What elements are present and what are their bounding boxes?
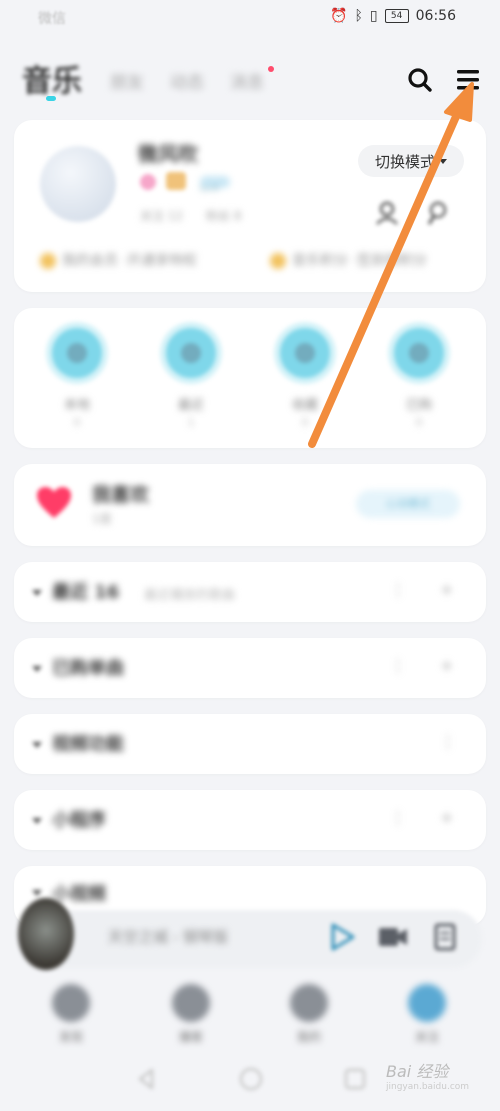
shortcut-label: 已购: [405, 398, 432, 413]
page-title: 音乐: [22, 64, 82, 99]
mic-icon[interactable]: [424, 198, 454, 228]
switch-mode-label: 切换模式: [374, 152, 435, 171]
shortcut-collect[interactable]: [280, 328, 330, 378]
status-carrier: 微信: [38, 11, 66, 27]
add-icon[interactable]: +: [440, 580, 453, 599]
shortcut-label: 最近: [177, 398, 204, 413]
vibrate-icon: ▯: [369, 8, 378, 24]
cart-icon: [409, 343, 429, 363]
add-icon[interactable]: +: [440, 808, 453, 827]
bluetooth-icon: ᛒ: [354, 8, 363, 24]
album-cover[interactable]: [18, 898, 74, 970]
notification-dot: [268, 66, 274, 72]
caret-down-icon: [439, 158, 447, 164]
menu-button[interactable]: [452, 64, 484, 96]
list-title: 视频功能: [52, 734, 124, 755]
nav-label[interactable]: 我的: [284, 1028, 334, 1045]
tab-messages[interactable]: 消息: [230, 68, 264, 93]
status-time: 06:56: [415, 8, 456, 24]
shortcut-count: 1: [187, 416, 195, 429]
list-title: 已购单曲: [52, 658, 124, 679]
shortcut-recent[interactable]: [166, 328, 216, 378]
nav-podcast-icon[interactable]: [172, 984, 210, 1022]
battery-icon: 54: [384, 9, 409, 23]
shortcut-local[interactable]: [52, 328, 102, 378]
shortcut-count: 0: [415, 416, 423, 429]
shortcut-purchased[interactable]: [394, 328, 444, 378]
shortcut-label: 收藏: [291, 398, 318, 413]
home-icon[interactable]: [238, 1066, 264, 1092]
chevron-down-icon: [32, 590, 42, 596]
chevron-down-icon: [32, 818, 42, 824]
alarm-icon: ⏰: [330, 8, 348, 24]
nav-label[interactable]: 关注: [402, 1028, 452, 1045]
clock-icon: [181, 343, 201, 363]
back-icon[interactable]: [134, 1066, 160, 1092]
coin-icon: [270, 253, 286, 269]
playlist-icon[interactable]: [428, 920, 462, 954]
nav-follow-icon[interactable]: [408, 984, 446, 1022]
vip-entry-left[interactable]: 我的会员 ·开通享特权: [40, 250, 197, 270]
vip-entry-right[interactable]: 音乐积分 ·签到得积分: [270, 250, 427, 270]
status-bar: 微信 ⏰ ᛒ ▯ 54 06:56: [0, 0, 500, 36]
shortcut-count: 0: [73, 416, 81, 429]
star-icon: [295, 343, 315, 363]
liked-subtitle: 1首: [92, 512, 112, 526]
search-button[interactable]: [404, 64, 436, 96]
level-badge: Lv.9: [200, 176, 230, 194]
heart-icon: [37, 487, 71, 518]
avatar[interactable]: [40, 146, 116, 222]
watermark: Bai 经验 jingyan.baidu.com: [386, 1062, 470, 1092]
nav-label[interactable]: 发现: [46, 1028, 96, 1045]
liked-title: 我喜欢: [92, 484, 150, 506]
tab-feed[interactable]: 动态: [170, 68, 204, 93]
menu-icon: [457, 70, 479, 90]
list-subtitle: 最近播放的歌曲: [144, 588, 236, 603]
list-title: 最近 16: [52, 582, 120, 603]
video-icon[interactable]: [376, 920, 410, 954]
search-icon: [408, 68, 432, 92]
nav-discover-icon[interactable]: [52, 984, 90, 1022]
username[interactable]: 微风吹: [138, 138, 198, 167]
shortcut-count: 0: [301, 416, 309, 429]
shortcut-label: 本地: [63, 398, 90, 413]
more-icon[interactable]: ⋮: [390, 656, 406, 675]
switch-mode-button[interactable]: 切换模式: [358, 145, 464, 177]
status-icons: ⏰ ᛒ ▯ 54 06:56: [330, 8, 456, 24]
mini-player[interactable]: [20, 910, 482, 968]
user-icon[interactable]: [372, 198, 402, 228]
list-title: 小程序: [52, 810, 106, 831]
title-indicator: [46, 96, 56, 101]
now-playing-title[interactable]: 天空之城 - 钢琴版: [108, 926, 228, 947]
recents-icon[interactable]: [342, 1066, 368, 1092]
nav-mine-icon[interactable]: [290, 984, 328, 1022]
tab-friends[interactable]: 朋友: [110, 68, 144, 93]
vip-star-icon: [40, 253, 56, 269]
add-icon[interactable]: +: [440, 656, 453, 675]
nav-label[interactable]: 播客: [166, 1028, 216, 1045]
play-icon[interactable]: [324, 920, 358, 954]
chevron-down-icon: [32, 666, 42, 672]
follows-count[interactable]: 关注 12: [140, 207, 183, 224]
crown-badge-icon: [166, 172, 186, 190]
heart-mode-button[interactable]: 心动模式: [356, 490, 460, 518]
chevron-down-icon: [32, 890, 42, 896]
more-icon[interactable]: ⋮: [390, 580, 406, 599]
folder-icon: [67, 343, 87, 363]
chevron-down-icon: [32, 742, 42, 748]
more-icon[interactable]: ⋮: [390, 808, 406, 827]
vip-badge-icon: [140, 174, 156, 190]
fans-count[interactable]: 粉丝 8: [206, 207, 241, 224]
more-icon[interactable]: ⋮: [440, 732, 456, 751]
